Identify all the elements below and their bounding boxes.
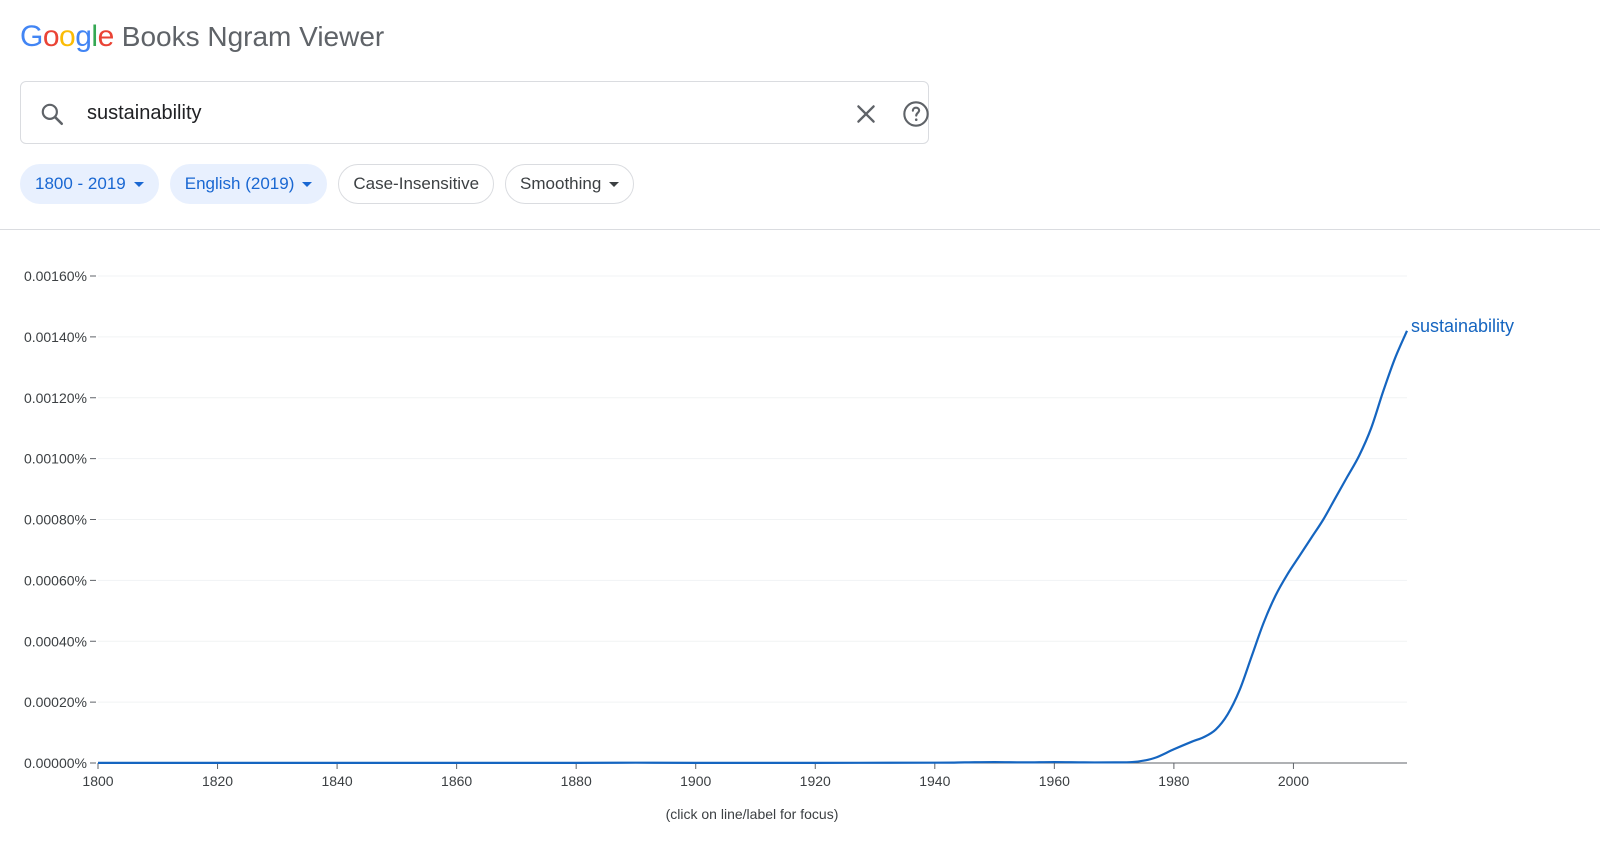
close-icon[interactable]: [853, 101, 879, 127]
x-tick-label: 1920: [800, 773, 831, 789]
logo-letter: o: [59, 20, 76, 53]
search-box[interactable]: [20, 81, 929, 144]
smoothing-chip[interactable]: Smoothing: [505, 164, 635, 204]
chevron-down-icon: [609, 181, 620, 187]
y-tick-label: 0.00040%: [24, 633, 87, 649]
logo-letter: e: [97, 20, 115, 53]
search-input[interactable]: [87, 94, 807, 132]
date-range-chip[interactable]: 1800 - 2019: [20, 164, 159, 204]
ngram-chart: 0.00000% 0.00020% 0.00040% 0.00060% 0.00080%…: [0, 240, 1600, 863]
product-name: Books Ngram Viewer: [121, 21, 385, 52]
x-tick-label: 1900: [680, 773, 711, 789]
corpus-chip[interactable]: English (2019): [169, 164, 328, 204]
y-tick-label: 0.00060%: [24, 572, 87, 588]
google-logo[interactable]: Google: [20, 20, 114, 54]
case-insensitive-chip[interactable]: Case-Insensitive: [338, 164, 495, 204]
x-tick-label: 1940: [919, 773, 950, 789]
app-header: Google Books Ngram Viewer: [20, 20, 384, 60]
series-line[interactable]: [98, 330, 1409, 764]
y-tick-label: 0.00100%: [24, 451, 87, 467]
x-tick-label: 1840: [322, 773, 353, 789]
x-tick-label: 1800: [82, 773, 113, 789]
chip-label: 1800 - 2019: [35, 174, 126, 193]
chart-svg: 0.00000% 0.00020% 0.00040% 0.00060% 0.00080%…: [24, 268, 1514, 789]
search-icon[interactable]: [39, 101, 65, 127]
x-tick-label: 2000: [1278, 773, 1309, 789]
chevron-down-icon: [302, 181, 313, 187]
y-tick-label: 0.00140%: [24, 329, 87, 345]
x-tick-label: 1880: [561, 773, 592, 789]
chart-footnote: (click on line/label for focus): [665, 806, 839, 822]
x-tick-label: 1980: [1158, 773, 1189, 789]
divider: [0, 229, 1600, 230]
series-label[interactable]: sustainability: [1411, 316, 1514, 336]
x-tick-label: 1960: [1039, 773, 1070, 789]
x-tick-label: 1860: [441, 773, 472, 789]
x-tick-label: 1820: [202, 773, 233, 789]
logo-letter: g: [75, 20, 92, 53]
y-tick-label: 0.00120%: [24, 390, 87, 406]
help-icon[interactable]: [902, 100, 930, 128]
logo-letter: o: [42, 20, 60, 53]
y-tick-label: 0.00000%: [24, 755, 87, 771]
y-tick-label: 0.00020%: [24, 694, 87, 710]
chip-label: English (2019): [184, 174, 295, 193]
chip-label: Smoothing: [520, 174, 602, 193]
y-tick-label: 0.00080%: [24, 512, 87, 528]
chevron-down-icon: [133, 181, 144, 187]
logo-letter: G: [20, 20, 43, 53]
chip-label: Case-Insensitive: [353, 174, 480, 193]
filter-chips: 1800 - 2019 English (2019) Case-Insensit…: [20, 164, 635, 204]
y-tick-label: 0.00160%: [24, 268, 87, 284]
